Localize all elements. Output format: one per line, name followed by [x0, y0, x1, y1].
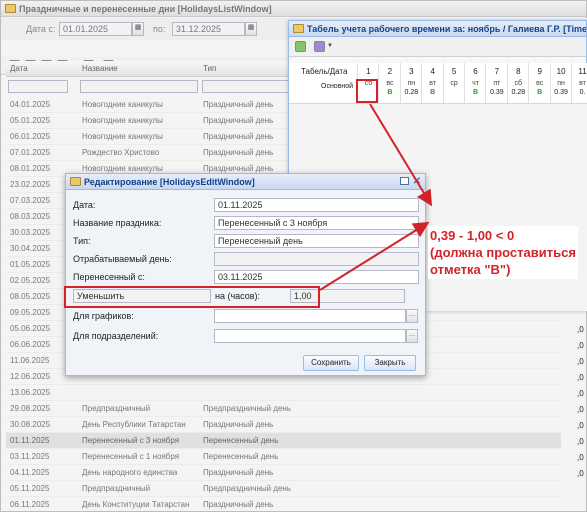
arrow-to-annotation: [369, 103, 433, 207]
annotation-text: 0,39 - 1,00 < 0 (должна проставиться отм…: [428, 226, 578, 279]
arrow-from-reduce-row: [319, 221, 430, 291]
annotation-line-1: 0,39 - 1,00 < 0: [430, 228, 515, 243]
annotation-line-3: отметка "В"): [430, 262, 511, 277]
annotation-line-2: (должна проставиться: [430, 245, 576, 260]
